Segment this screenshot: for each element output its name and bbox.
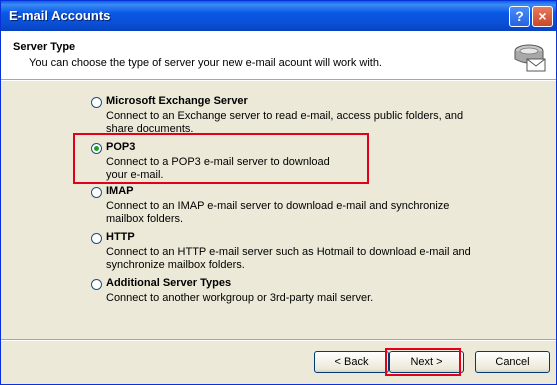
option-exchange-desc-line1: Connect to an Exchange server to read e-… (106, 110, 464, 122)
help-button[interactable]: ? (509, 6, 530, 27)
option-additional-desc-line1: Connect to another workgroup or 3rd-part… (106, 292, 374, 304)
next-highlight-box (385, 348, 461, 376)
option-exchange-label[interactable]: Microsoft Exchange Server (106, 95, 248, 107)
option-http-desc-line2: synchronize mailbox folders. (106, 258, 245, 271)
wizard-header: Server Type You can choose the type of s… (1, 31, 556, 79)
option-additional-desc: Connect to another workgroup or 3rd-part… (106, 292, 373, 305)
section-subtitle: You can choose the type of server your n… (29, 57, 382, 69)
section-title: Server Type (13, 41, 76, 53)
email-accounts-dialog: E-mail Accounts ? × Server Type You can … (0, 0, 557, 385)
radio-imap[interactable] (91, 187, 102, 198)
close-button[interactable]: × (532, 6, 553, 27)
footer-separator (1, 339, 556, 341)
option-additional-label[interactable]: Additional Server Types (106, 277, 231, 289)
option-http-label[interactable]: HTTP (106, 231, 135, 243)
header-separator (1, 79, 556, 81)
pop3-highlight-box (73, 133, 369, 184)
option-http-desc-line1: Connect to an HTTP e-mail server such as… (106, 246, 471, 258)
window-title: E-mail Accounts (9, 8, 111, 23)
cancel-button[interactable]: Cancel (475, 351, 550, 373)
option-imap-label[interactable]: IMAP (106, 185, 134, 197)
option-http-desc: Connect to an HTTP e-mail server such as… (106, 246, 471, 271)
radio-additional[interactable] (91, 279, 102, 290)
radio-http[interactable] (91, 233, 102, 244)
radio-exchange[interactable] (91, 97, 102, 108)
option-imap-desc-line2: mailbox folders. (106, 212, 184, 225)
title-bar[interactable]: E-mail Accounts ? × (1, 1, 556, 31)
option-exchange-desc: Connect to an Exchange server to read e-… (106, 110, 463, 135)
option-imap-desc: Connect to an IMAP e-mail server to down… (106, 200, 449, 225)
option-imap-desc-line1: Connect to an IMAP e-mail server to down… (106, 200, 450, 212)
mail-server-icon (514, 44, 546, 72)
back-button[interactable]: < Back (314, 351, 389, 373)
